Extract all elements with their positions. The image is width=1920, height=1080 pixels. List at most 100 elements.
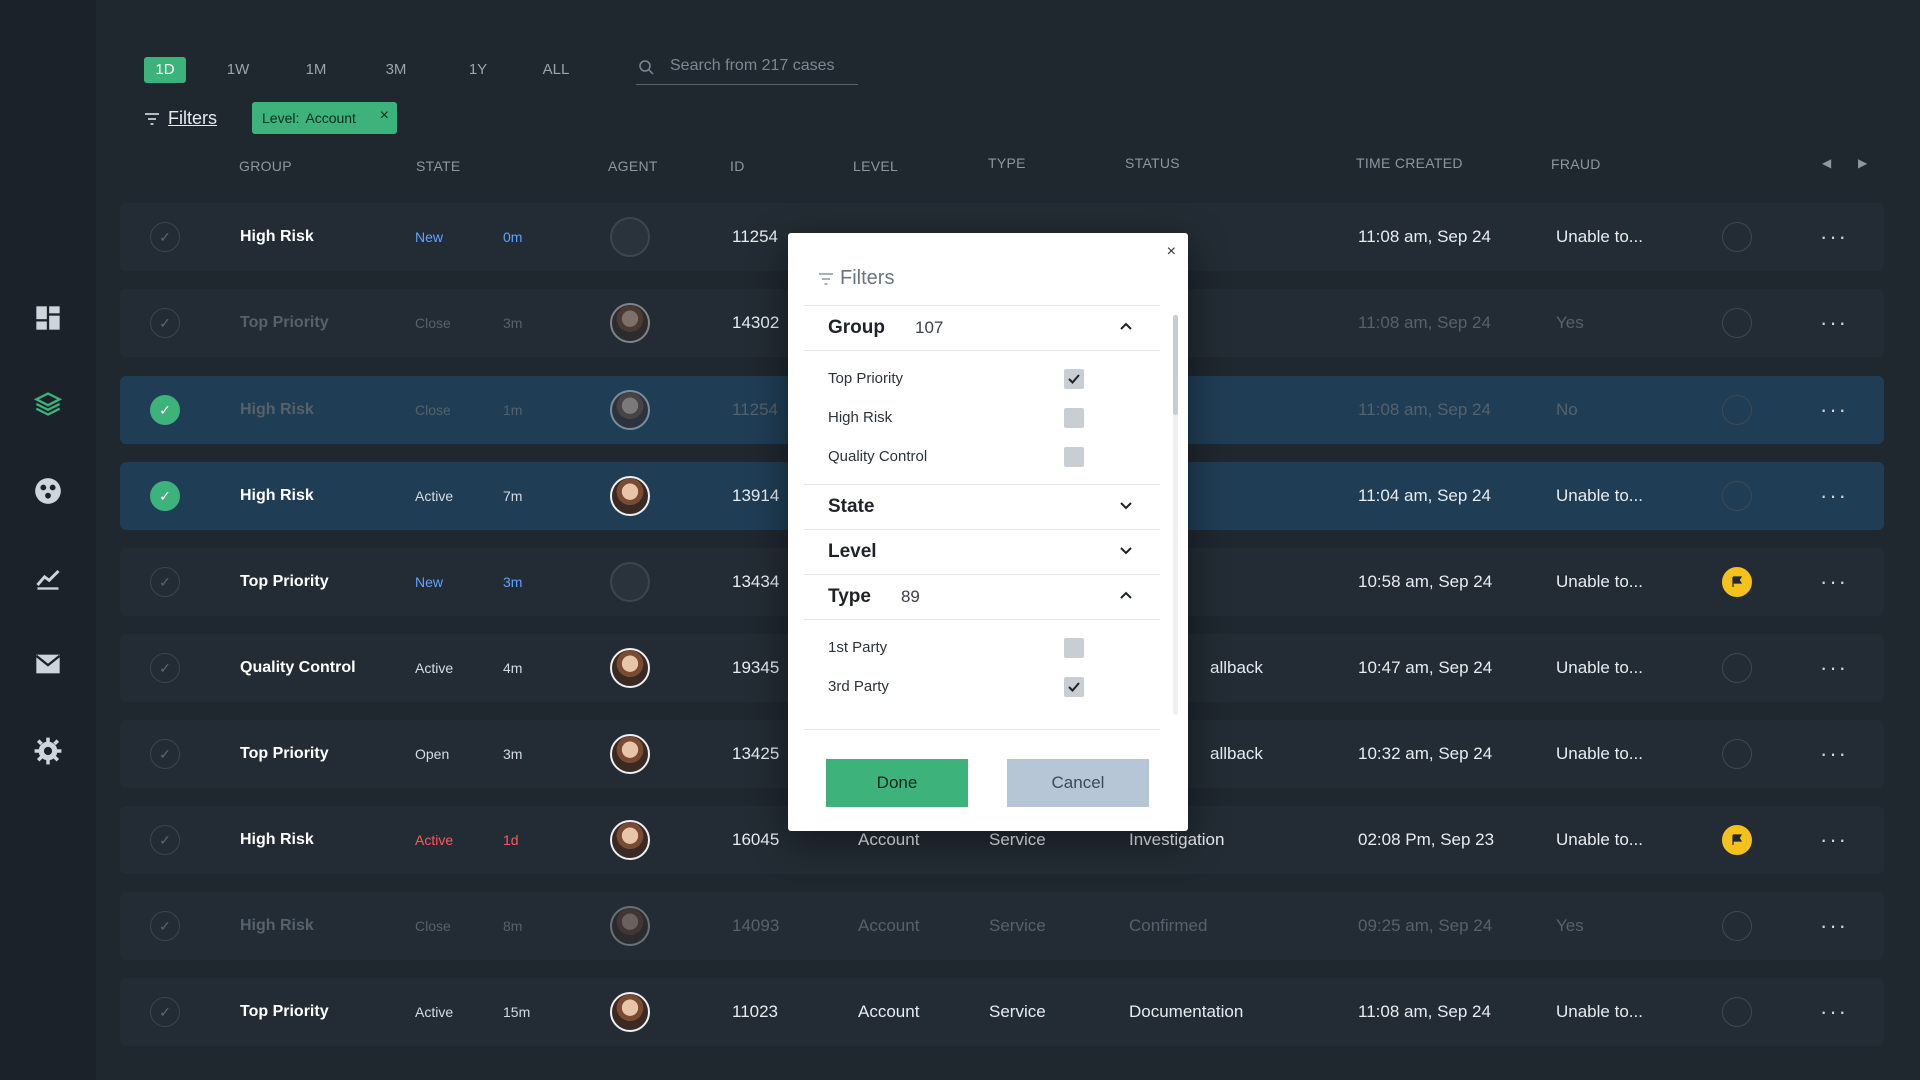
col-group[interactable]: GROUP <box>239 158 292 174</box>
row-checked-icon[interactable]: ✓ <box>150 395 180 425</box>
row-state: Close <box>415 315 451 331</box>
checkbox[interactable] <box>1064 447 1084 467</box>
close-icon[interactable]: × <box>1167 243 1176 261</box>
flag-icon[interactable] <box>1722 911 1752 941</box>
option-top-priority[interactable]: Top Priority <box>804 359 1160 398</box>
range-1y[interactable]: 1Y <box>458 57 498 83</box>
row-state: New <box>415 574 444 590</box>
layers-icon[interactable] <box>32 388 64 420</box>
row-check-icon[interactable]: ✓ <box>150 739 180 769</box>
more-options-icon[interactable]: ··· <box>1820 203 1848 271</box>
row-fraud: Unable to... <box>1556 486 1643 505</box>
row-mins: 3m <box>503 574 523 590</box>
option-1st-party[interactable]: 1st Party <box>804 628 1160 667</box>
col-status[interactable]: STATUS <box>1125 155 1180 171</box>
more-options-icon[interactable]: ··· <box>1820 720 1848 788</box>
row-fraud: Unable to... <box>1556 744 1643 763</box>
more-options-icon[interactable]: ··· <box>1820 978 1848 1046</box>
more-options-icon[interactable]: ··· <box>1820 548 1848 616</box>
row-mins: 4m <box>503 660 523 676</box>
option-high-risk[interactable]: High Risk <box>804 398 1160 437</box>
col-agent[interactable]: AGENT <box>608 158 658 174</box>
chevron-down-icon[interactable] <box>1118 542 1134 558</box>
flag-icon[interactable] <box>1722 395 1752 425</box>
section-type-header[interactable]: Type 89 <box>804 574 1160 619</box>
row-check-icon[interactable]: ✓ <box>150 222 180 252</box>
modal-scrollbar[interactable] <box>1173 315 1178 715</box>
table-row[interactable]: ✓ High Risk Close 8m 14093 Account Servi… <box>120 892 1884 960</box>
row-check-icon[interactable]: ✓ <box>150 825 180 855</box>
option-label: Quality Control <box>828 448 928 465</box>
section-state-header[interactable]: State <box>804 484 1160 529</box>
row-mins: 0m <box>503 229 523 245</box>
section-level-header[interactable]: Level <box>804 529 1160 574</box>
range-1d[interactable]: 1D <box>144 57 186 83</box>
range-all[interactable]: ALL <box>536 57 576 83</box>
chart-icon[interactable] <box>32 562 64 594</box>
settings-icon[interactable] <box>32 735 64 767</box>
group-icon[interactable] <box>32 475 64 507</box>
row-check-icon[interactable]: ✓ <box>150 653 180 683</box>
checkbox-checked[interactable] <box>1064 677 1084 697</box>
flag-icon[interactable] <box>1722 825 1752 855</box>
chevron-down-icon[interactable] <box>1118 497 1134 513</box>
row-time: 11:08 am, Sep 24 <box>1358 313 1491 332</box>
mail-icon[interactable] <box>32 648 64 680</box>
option-3rd-party[interactable]: 3rd Party <box>804 667 1160 706</box>
search-input[interactable] <box>668 56 857 76</box>
flag-icon[interactable] <box>1722 222 1752 252</box>
chevron-up-icon[interactable] <box>1118 587 1134 603</box>
more-options-icon[interactable]: ··· <box>1820 462 1848 530</box>
flag-icon[interactable] <box>1722 567 1752 597</box>
range-3m[interactable]: 3M <box>376 57 416 83</box>
col-level[interactable]: LEVEL <box>853 158 898 174</box>
checkbox[interactable] <box>1064 638 1084 658</box>
range-1m[interactable]: 1M <box>296 57 336 83</box>
done-button[interactable]: Done <box>826 759 968 807</box>
row-level: Account <box>858 916 920 935</box>
scroll-right-icon[interactable]: ▶ <box>1858 156 1867 170</box>
col-time-created[interactable]: TIME CREATED <box>1356 155 1463 171</box>
modal-title-text: Filters <box>840 267 895 289</box>
type-options: 1st Party 3rd Party <box>804 619 1160 714</box>
row-level: Account <box>858 1002 920 1021</box>
row-check-icon[interactable]: ✓ <box>150 997 180 1027</box>
scroll-left-icon[interactable]: ◀ <box>1822 156 1831 170</box>
flag-icon[interactable] <box>1722 653 1752 683</box>
row-checked-icon[interactable]: ✓ <box>150 481 180 511</box>
col-fraud[interactable]: FRAUD <box>1551 156 1601 172</box>
table-row[interactable]: ✓ Top Priority Active 15m 11023 Account … <box>120 978 1884 1046</box>
filters-button[interactable]: Filters <box>144 108 217 129</box>
range-1w[interactable]: 1W <box>218 57 258 83</box>
more-options-icon[interactable]: ··· <box>1820 806 1848 874</box>
checkbox[interactable] <box>1064 408 1084 428</box>
scrollbar-thumb[interactable] <box>1173 315 1178 415</box>
row-group: Quality Control <box>240 659 356 676</box>
level-filter-chip[interactable]: Level: Account × <box>252 102 397 134</box>
row-check-icon[interactable]: ✓ <box>150 911 180 941</box>
avatar <box>610 562 650 602</box>
section-group-header[interactable]: Group 107 <box>804 305 1160 350</box>
flag-icon[interactable] <box>1722 481 1752 511</box>
more-options-icon[interactable]: ··· <box>1820 634 1848 702</box>
flag-icon[interactable] <box>1722 739 1752 769</box>
col-state[interactable]: STATE <box>416 158 461 174</box>
row-group: Top Priority <box>240 1003 329 1020</box>
chip-close-icon[interactable]: × <box>380 107 389 125</box>
row-status: Documentation <box>1129 1002 1244 1021</box>
chevron-up-icon[interactable] <box>1118 318 1134 334</box>
col-id[interactable]: ID <box>730 158 745 174</box>
more-options-icon[interactable]: ··· <box>1820 892 1848 960</box>
col-type[interactable]: TYPE <box>988 155 1026 171</box>
dashboard-icon[interactable] <box>32 302 64 334</box>
checkbox-checked[interactable] <box>1064 369 1084 389</box>
cancel-button[interactable]: Cancel <box>1007 759 1149 807</box>
more-options-icon[interactable]: ··· <box>1820 289 1848 357</box>
row-check-icon[interactable]: ✓ <box>150 308 180 338</box>
row-group: High Risk <box>240 401 314 418</box>
flag-icon[interactable] <box>1722 308 1752 338</box>
option-quality-control[interactable]: Quality Control <box>804 437 1160 476</box>
row-check-icon[interactable]: ✓ <box>150 567 180 597</box>
more-options-icon[interactable]: ··· <box>1820 376 1848 444</box>
flag-icon[interactable] <box>1722 997 1752 1027</box>
